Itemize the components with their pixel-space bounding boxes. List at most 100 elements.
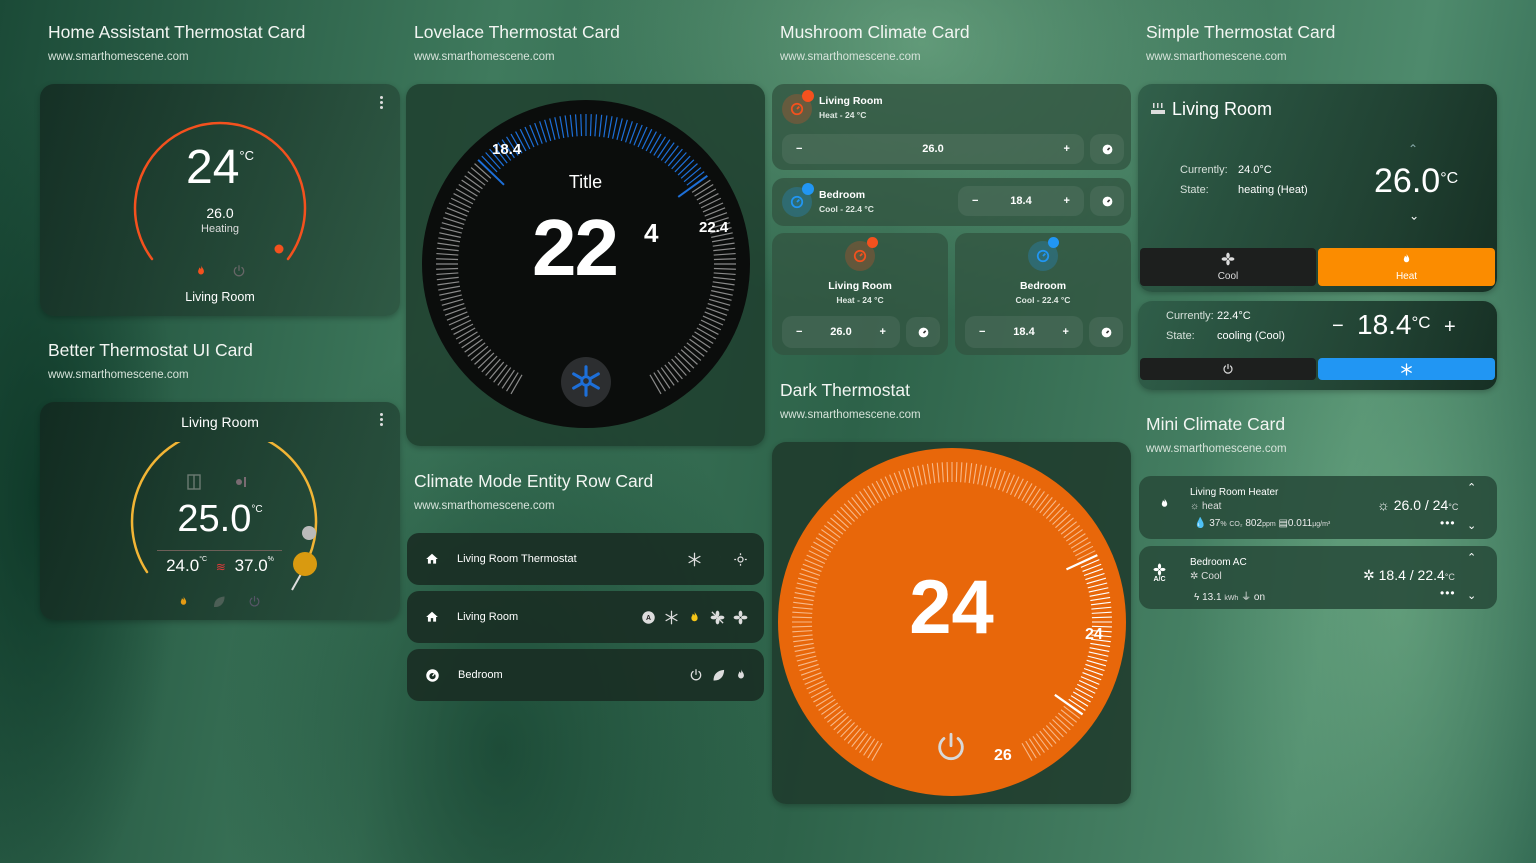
mini-climate-row[interactable]: A/C Bedroom AC ✲ Cool ϟ 13.1 kWh ⏚ on ✲ …: [1139, 546, 1497, 609]
more-icon[interactable]: •••: [1440, 516, 1456, 530]
chevron-down-icon[interactable]: ⌃: [1467, 518, 1476, 531]
temp-stepper[interactable]: − 18.4 +: [965, 316, 1083, 348]
decrease-button[interactable]: −: [972, 195, 978, 207]
hvac-mode-button[interactable]: [906, 317, 940, 347]
fire-icon[interactable]: [177, 595, 190, 608]
section-subtitle[interactable]: www.smarthomescene.com: [414, 51, 555, 63]
target-value: 26.0: [830, 326, 852, 338]
chevron-down-icon[interactable]: ⌃: [1409, 208, 1419, 222]
leaf-icon[interactable]: [212, 595, 226, 609]
sun-icon[interactable]: [733, 552, 748, 567]
humidity: 37: [1209, 518, 1221, 529]
temp-stepper[interactable]: − 26.0 +: [782, 316, 900, 348]
energy-unit: kWh: [1224, 595, 1239, 602]
increase-button[interactable]: +: [1064, 195, 1070, 207]
more-icon[interactable]: •••: [1440, 586, 1456, 600]
mode-button-cool[interactable]: [1318, 358, 1495, 380]
mode-label: Heat: [1395, 271, 1418, 282]
power-icon[interactable]: [934, 730, 968, 764]
decrease-button[interactable]: −: [1332, 315, 1344, 338]
entity-name: Living Room: [828, 280, 892, 292]
section-subtitle[interactable]: www.smarthomescene.com: [780, 409, 921, 421]
fan-icon[interactable]: [733, 610, 748, 625]
hvac-mode: ✲ Cool: [1190, 571, 1222, 582]
climate-mode-row[interactable]: Living Room Thermostat: [407, 533, 764, 585]
mushroom-climate-row[interactable]: Bedroom Cool - 22.4 °C − 18.4 +: [772, 178, 1131, 226]
ac-label: A/C: [1153, 576, 1166, 583]
hvac-mode-button[interactable]: [1089, 317, 1123, 347]
snowflake-icon[interactable]: [687, 552, 702, 567]
climate-mode-row[interactable]: Bedroom: [407, 649, 764, 701]
divider: [157, 550, 282, 551]
fire-icon: [1400, 252, 1413, 266]
increase-button[interactable]: +: [1064, 143, 1070, 155]
power-icon[interactable]: [232, 264, 246, 278]
section-subtitle[interactable]: www.smarthomescene.com: [1146, 443, 1287, 455]
section-subtitle[interactable]: www.smarthomescene.com: [414, 500, 555, 512]
mushroom-climate-tile[interactable]: Living Room Heat - 24 °C − 26.0 +: [772, 233, 948, 355]
chevron-down-icon[interactable]: ⌃: [1467, 588, 1476, 601]
plug-icon: ⏚: [1241, 592, 1252, 603]
simple-thermostat-card: Living Room Currently: 24.0°C State: hea…: [1138, 84, 1497, 292]
dial-handle[interactable]: [274, 244, 284, 254]
power-icon[interactable]: [689, 668, 703, 682]
decrease-button[interactable]: −: [979, 326, 985, 338]
section-title-climate-mode: Climate Mode Entity Row Card: [414, 471, 654, 491]
mushroom-climate-tile[interactable]: Bedroom Cool - 22.4 °C − 18.4 +: [955, 233, 1131, 355]
snowflake-icon[interactable]: [569, 364, 603, 398]
plug-state: on: [1253, 592, 1266, 603]
section-title-mushroom: Mushroom Climate Card: [780, 22, 970, 42]
hvac-mode-value: Cool: [1201, 571, 1222, 582]
lovelace-thermostat-card: 18.4 22.4 Title 22 4: [406, 84, 765, 446]
chevron-up-icon[interactable]: ⌃: [1467, 481, 1476, 494]
currently-label: Currently:: [1166, 310, 1214, 322]
snowflake-icon: ✲: [1190, 571, 1202, 582]
fire-icon[interactable]: [687, 610, 702, 625]
temp-stepper[interactable]: − 18.4 +: [958, 186, 1084, 216]
home-icon: [426, 553, 438, 564]
increase-button[interactable]: +: [1063, 326, 1069, 338]
temp-stepper[interactable]: − 26.0 +: [782, 134, 1084, 164]
dial-tick: [713, 267, 736, 270]
power-icon[interactable]: [248, 595, 261, 608]
section-subtitle[interactable]: www.smarthomescene.com: [48, 51, 189, 63]
temperatures: ☼ 26.0 / 24°C: [1377, 497, 1458, 513]
mushroom-climate-row[interactable]: Living Room Heat - 24 °C − 26.0 +: [772, 84, 1131, 170]
dial-tick: [589, 114, 592, 137]
entity-name: Living Room: [1172, 99, 1273, 119]
hvac-action: Heating: [201, 223, 239, 235]
fire-icon[interactable]: [734, 668, 748, 682]
chevron-up-icon[interactable]: ⌃: [1408, 142, 1418, 156]
cool-badge-icon: [802, 183, 814, 195]
section-subtitle[interactable]: www.smarthomescene.com: [780, 51, 921, 63]
section-subtitle[interactable]: www.smarthomescene.com: [48, 369, 189, 381]
mini-climate-row[interactable]: Living Room Heater ☼ heat 💧 37% CO₂ 802p…: [1139, 476, 1497, 539]
fan-off-icon[interactable]: [710, 610, 725, 625]
snowflake-icon[interactable]: [664, 610, 679, 625]
climate-mode-row[interactable]: Living Room A: [407, 591, 764, 643]
leaf-icon[interactable]: [711, 668, 726, 683]
sensor-readings: ϟ 13.1 kWh ⏚ on: [1194, 588, 1265, 603]
state-value: heating (Heat): [1238, 184, 1308, 196]
hvac-mode-button[interactable]: [1090, 134, 1124, 164]
more-options-icon[interactable]: [380, 96, 384, 111]
hvac-mode-button[interactable]: [1090, 186, 1124, 216]
chevron-up-icon[interactable]: ⌃: [1467, 551, 1476, 564]
decrease-button[interactable]: −: [796, 326, 802, 338]
heating-icon: ≋: [215, 560, 226, 574]
temp-unit: °C: [1411, 313, 1431, 332]
snowflake-icon: [1401, 362, 1412, 376]
increase-button[interactable]: +: [880, 326, 886, 338]
decrease-button[interactable]: −: [796, 143, 802, 155]
temp-unit: °C: [1440, 170, 1459, 187]
increase-button[interactable]: +: [1444, 316, 1456, 339]
section-subtitle[interactable]: www.smarthomescene.com: [1146, 51, 1287, 63]
auto-icon[interactable]: A: [641, 610, 656, 625]
more-options-icon[interactable]: [380, 413, 384, 428]
fire-icon[interactable]: [194, 264, 208, 278]
mode-button-heat[interactable]: Heat: [1318, 248, 1495, 286]
dial-tick: [436, 267, 459, 270]
mode-button-off[interactable]: [1140, 358, 1316, 380]
moon-icon[interactable]: [710, 552, 725, 567]
mode-button-cool[interactable]: Cool: [1140, 248, 1316, 286]
